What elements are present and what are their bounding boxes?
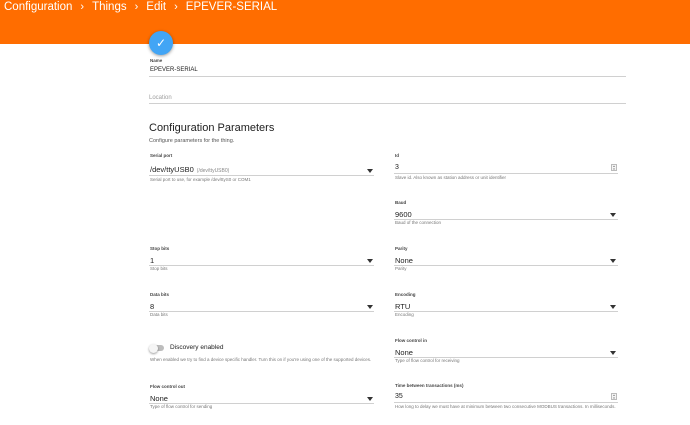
time-between-help: How long to delay we must have at minimu… [395, 404, 616, 409]
flow-control-out-select[interactable]: None [150, 394, 168, 403]
data-bits-select[interactable]: 8 [150, 302, 154, 311]
id-input[interactable]: 3 [395, 164, 399, 171]
encoding-label: Encoding [395, 292, 416, 297]
breadcrumb-edit[interactable]: Edit [146, 1, 166, 13]
baud-select[interactable]: 9600 [395, 210, 412, 219]
chevron-down-icon[interactable] [610, 213, 616, 217]
serial-port-select[interactable]: /dev/ttyUSB0 (/dev/ttyUSB0) [150, 165, 229, 174]
serial-port-help: Serial port to use, for example /dev/tty… [150, 177, 251, 182]
baud-label: Baud [395, 200, 407, 205]
time-between-input[interactable]: 35 [395, 393, 403, 400]
serial-port-sub: (/dev/ttyUSB0) [196, 168, 230, 174]
time-between-stepper[interactable]: ▴ ▾ [611, 393, 617, 400]
parity-underline [394, 265, 618, 266]
name-label: Name [150, 58, 163, 63]
flow-control-in-select[interactable]: None [395, 348, 413, 357]
time-between-label: Time between transactions (ms) [395, 383, 464, 388]
id-underline [394, 173, 618, 174]
stop-bits-help: Stop bits [150, 266, 168, 271]
chevron-down-icon[interactable] [367, 169, 373, 173]
serial-port-label: Serial port [150, 153, 173, 158]
toggle-knob [149, 343, 158, 353]
stop-bits-select[interactable]: 1 [150, 256, 154, 265]
stop-bits-underline [149, 265, 374, 266]
breadcrumb-separator-icon: › [134, 0, 139, 13]
name-underline [149, 76, 626, 77]
chevron-down-icon[interactable] [367, 397, 373, 401]
chevron-down-icon[interactable] [610, 259, 616, 263]
parity-select[interactable]: None [395, 256, 413, 265]
chevron-down-icon[interactable] [367, 259, 373, 263]
breadcrumb-things[interactable]: Things [92, 1, 127, 13]
flow-control-in-label: Flow control in [395, 338, 427, 343]
serial-port-underline [149, 175, 374, 176]
baud-help: Baud of the connection [395, 220, 442, 225]
location-underline [149, 103, 626, 104]
id-label: Id [395, 153, 399, 158]
breadcrumb-configuration[interactable]: Configuration [4, 1, 72, 13]
chevron-down-icon[interactable] [367, 305, 373, 309]
data-bits-label: Data bits [150, 292, 170, 297]
breadcrumb: Configuration › Things › Edit › EPEVER-S… [4, 0, 277, 13]
chevron-down-icon[interactable] [610, 305, 616, 309]
discovery-help: When enabled we try to find a device spe… [150, 357, 372, 362]
name-input[interactable]: EPEVER-SERIAL [150, 67, 198, 73]
encoding-underline [394, 311, 618, 312]
time-between-underline [394, 402, 618, 403]
parity-help: Parity [395, 266, 407, 271]
data-bits-help: Data bits [150, 312, 168, 317]
flow-control-out-help: Type of flow control for sending [150, 404, 213, 409]
encoding-select[interactable]: RTU [395, 302, 410, 311]
flow-control-out-label: Flow control out [150, 384, 185, 389]
breadcrumb-thing-name: EPEVER-SERIAL [185, 0, 278, 13]
section-subtitle: Configure parameters for the thing. [149, 138, 235, 144]
encoding-help: Encoding [395, 312, 414, 317]
breadcrumb-separator-icon: › [80, 0, 85, 13]
stop-bits-label: Stop bits [150, 246, 170, 251]
flow-control-in-help: Type of flow control for receiving [395, 358, 460, 363]
save-button[interactable]: ✓ [149, 31, 173, 55]
location-input[interactable]: Location [149, 95, 172, 101]
data-bits-underline [149, 311, 374, 312]
id-stepper[interactable]: ▴ ▾ [611, 164, 617, 171]
section-title: Configuration Parameters [149, 122, 275, 134]
parity-label: Parity [395, 246, 408, 251]
id-help: Slave id. Also known as station address … [395, 175, 507, 180]
serial-port-value: /dev/ttyUSB0 [150, 165, 194, 174]
check-icon: ✓ [155, 36, 167, 50]
breadcrumb-separator-icon: › [174, 0, 178, 13]
chevron-down-icon[interactable] [610, 351, 616, 355]
discovery-label: Discovery enabled [170, 344, 224, 351]
discovery-toggle[interactable] [149, 343, 164, 353]
